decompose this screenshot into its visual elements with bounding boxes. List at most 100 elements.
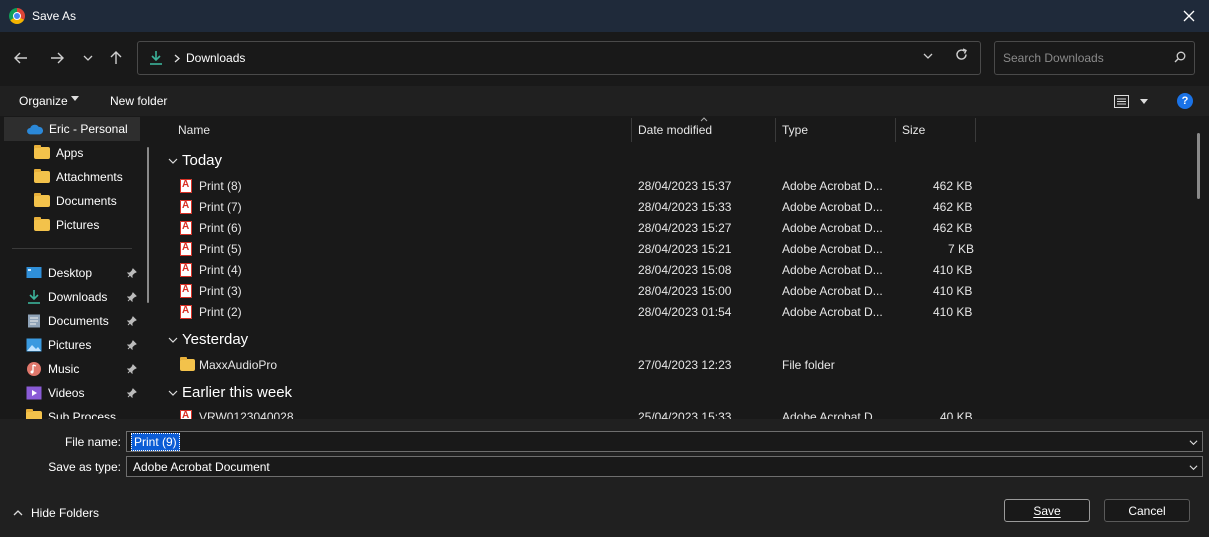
organize-menu[interactable]: Organize — [19, 94, 68, 108]
file-list-scrollbar[interactable] — [1197, 133, 1200, 199]
forward-button[interactable] — [45, 46, 69, 70]
window-title: Save As — [32, 9, 77, 23]
command-toolbar: Organize New folder ? — [0, 86, 1209, 116]
recent-locations-button[interactable] — [76, 46, 100, 70]
pdf-icon — [180, 242, 192, 256]
address-bar[interactable]: Downloads — [137, 41, 981, 75]
file-date: 28/04/2023 15:00 — [638, 284, 732, 298]
save-as-type-label: Save as type: — [48, 460, 121, 474]
pin-icon[interactable] — [127, 292, 137, 302]
sidebar-item-downloads[interactable]: Downloads — [0, 285, 140, 309]
chevron-down-icon — [923, 53, 933, 59]
folder-icon — [34, 193, 50, 207]
pdf-icon — [180, 284, 192, 298]
column-header-name[interactable]: Name — [178, 116, 210, 144]
file-name-input[interactable]: Print (9) — [131, 432, 180, 451]
file-row[interactable]: VRW0123040028 25/04/2023 15:33 Adobe Acr… — [180, 407, 980, 419]
caret-down-icon — [71, 96, 79, 101]
file-type: Adobe Acrobat D... — [782, 305, 883, 319]
file-row[interactable]: Print (7) 28/04/2023 15:33 Adobe Acrobat… — [180, 197, 980, 218]
file-row[interactable]: Print (2) 28/04/2023 01:54 Adobe Acrobat… — [180, 302, 980, 323]
search-input[interactable] — [1003, 51, 1163, 65]
column-separator[interactable] — [895, 118, 896, 142]
new-folder-button[interactable]: New folder — [110, 94, 167, 108]
column-separator[interactable] — [775, 118, 776, 142]
column-header-date[interactable]: Date modified — [638, 116, 712, 144]
group-header-today[interactable]: Today — [168, 152, 222, 169]
sidebar-item-label: Apps — [56, 146, 84, 160]
file-name: Print (2) — [199, 305, 242, 319]
back-button[interactable] — [9, 46, 33, 70]
group-header-earlier-this-week[interactable]: Earlier this week — [168, 384, 292, 401]
column-separator[interactable] — [975, 118, 976, 142]
chevron-down-icon — [168, 390, 178, 396]
sidebar-item-label: Sub Process — [48, 410, 117, 419]
file-row[interactable]: Print (3) 28/04/2023 15:00 Adobe Acrobat… — [180, 281, 980, 302]
sidebar-item-desktop[interactable]: Desktop — [0, 261, 140, 285]
title-bar: Save As — [0, 0, 1209, 32]
file-row[interactable]: MaxxAudioPro 27/04/2023 12:23 File folde… — [180, 355, 980, 376]
file-row[interactable]: Print (4) 28/04/2023 15:08 Adobe Acrobat… — [180, 260, 980, 281]
refresh-button[interactable] — [955, 48, 968, 66]
up-button[interactable] — [104, 46, 128, 70]
save-as-type-select[interactable]: Adobe Acrobat Document — [126, 456, 1203, 477]
file-row[interactable]: Print (6) 28/04/2023 15:27 Adobe Acrobat… — [180, 218, 980, 239]
chevron-down-icon — [168, 158, 178, 164]
navigation-pane: Eric - Personal Apps Attachments Documen… — [0, 116, 159, 419]
search-box[interactable] — [994, 41, 1195, 75]
help-button[interactable]: ? — [1177, 93, 1193, 109]
search-icon — [1174, 51, 1186, 63]
file-name: Print (5) — [199, 242, 242, 256]
hide-folders-toggle[interactable]: Hide Folders — [12, 506, 99, 520]
save-as-type-value: Adobe Acrobat Document — [133, 459, 270, 474]
sidebar-item-music[interactable]: Music — [0, 357, 140, 381]
save-button[interactable]: Save — [1004, 499, 1090, 522]
sidebar-item-documents[interactable]: Documents — [0, 309, 140, 333]
file-type: Adobe Acrobat D... — [782, 284, 883, 298]
folder-icon — [34, 145, 50, 159]
sidebar-item-label: Pictures — [56, 218, 100, 232]
sidebar-item-documents-cloud[interactable]: Documents — [0, 189, 140, 213]
chevron-down-icon[interactable] — [1189, 438, 1198, 447]
sidebar-scrollbar[interactable] — [147, 147, 149, 303]
arrow-left-icon — [14, 52, 27, 64]
group-label: Earlier this week — [182, 384, 293, 401]
group-header-yesterday[interactable]: Yesterday — [168, 331, 248, 348]
sidebar-item-apps[interactable]: Apps — [0, 141, 140, 165]
column-header-size[interactable]: Size — [902, 116, 925, 144]
arrow-up-icon — [110, 51, 122, 64]
file-name-field[interactable]: Print (9) — [126, 431, 1203, 452]
column-separator[interactable] — [631, 118, 632, 142]
file-size: 410 KB — [933, 305, 973, 319]
pin-icon[interactable] — [127, 364, 137, 374]
sidebar-item-attachments[interactable]: Attachments — [0, 165, 140, 189]
breadcrumb-downloads[interactable]: Downloads — [186, 51, 245, 65]
sidebar-item-pictures[interactable]: Pictures — [0, 333, 140, 357]
file-size: 7 KB — [948, 242, 975, 256]
address-dropdown-button[interactable] — [923, 50, 933, 62]
sidebar-item-videos[interactable]: Videos — [0, 381, 140, 405]
sidebar-item-onedrive[interactable]: Eric - Personal — [4, 117, 140, 141]
file-name: Print (4) — [199, 263, 242, 277]
pin-icon[interactable] — [127, 340, 137, 350]
close-button[interactable] — [1169, 0, 1209, 32]
chrome-icon — [9, 8, 25, 24]
pin-icon[interactable] — [127, 268, 137, 278]
view-options-icon[interactable] — [1114, 95, 1129, 108]
file-row[interactable]: Print (8) 28/04/2023 15:37 Adobe Acrobat… — [180, 176, 980, 197]
chevron-down-icon[interactable] — [1189, 463, 1198, 472]
pin-icon[interactable] — [127, 316, 137, 326]
file-row[interactable]: Print (5) 28/04/2023 15:21 Adobe Acrobat… — [180, 239, 980, 260]
cancel-button[interactable]: Cancel — [1104, 499, 1190, 522]
sidebar-item-sub-process[interactable]: Sub Process — [0, 405, 140, 419]
column-header-type[interactable]: Type — [782, 116, 808, 144]
file-date: 27/04/2023 12:23 — [638, 358, 732, 372]
chevron-down-icon — [83, 55, 93, 61]
file-date: 28/04/2023 15:37 — [638, 179, 732, 193]
view-dropdown-caret-icon[interactable] — [1140, 99, 1148, 104]
pin-icon[interactable] — [127, 388, 137, 398]
folder-icon — [180, 357, 195, 371]
sidebar-item-pictures-cloud[interactable]: Pictures — [0, 213, 140, 237]
sidebar-item-label: Desktop — [48, 266, 93, 280]
file-date: 28/04/2023 15:21 — [638, 242, 732, 256]
